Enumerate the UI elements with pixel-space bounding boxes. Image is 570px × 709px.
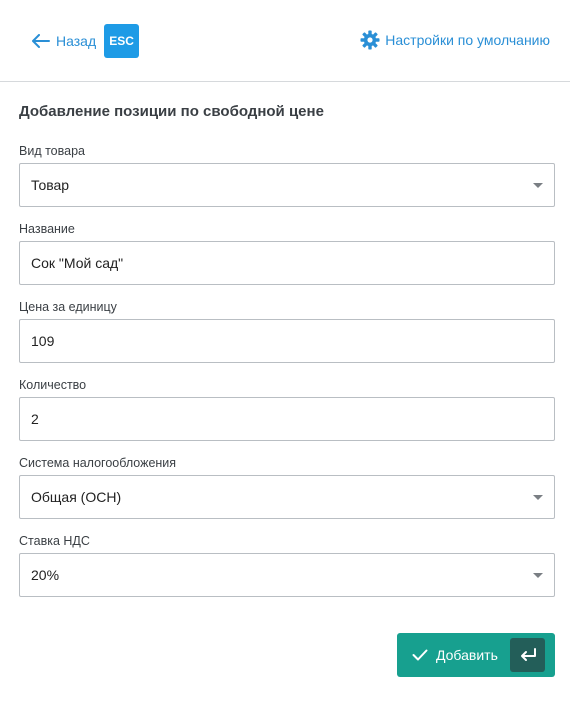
product-type-value: Товар xyxy=(31,177,70,193)
tax-system-value: Общая (ОСН) xyxy=(31,489,122,505)
name-input[interactable]: Сок "Мой сад" xyxy=(19,241,555,285)
tax-system-label: Система налогообложения xyxy=(19,456,177,470)
enter-key-icon xyxy=(510,638,545,672)
name-label: Название xyxy=(19,222,75,236)
arrow-left-icon xyxy=(32,34,50,48)
add-button-label: Добавить xyxy=(436,647,498,663)
back-label: Назад xyxy=(56,33,97,49)
gear-icon xyxy=(360,30,380,50)
vat-rate-value: 20% xyxy=(31,567,60,583)
unit-price-input[interactable]: 109 xyxy=(19,319,555,363)
checkmark-icon xyxy=(412,649,428,661)
back-button[interactable]: Назад ESC xyxy=(32,24,140,58)
add-button[interactable]: Добавить xyxy=(397,633,555,677)
vat-rate-label: Ставка НДС xyxy=(19,534,90,548)
chevron-down-icon xyxy=(533,183,543,188)
form-title: Добавление позиции по свободной цене xyxy=(19,103,324,120)
product-type-label: Вид товара xyxy=(19,144,85,158)
top-bar: Назад ESC Настройки по умолчанию xyxy=(0,0,570,82)
unit-price-label: Цена за единицу xyxy=(19,300,117,314)
chevron-down-icon xyxy=(533,495,543,500)
tax-system-select[interactable]: Общая (ОСН) xyxy=(19,475,555,519)
quantity-input[interactable]: 2 xyxy=(19,397,555,441)
vat-rate-select[interactable]: 20% xyxy=(19,553,555,597)
name-value: Сок "Мой сад" xyxy=(31,255,124,271)
quantity-value: 2 xyxy=(31,411,39,427)
unit-price-value: 109 xyxy=(31,333,55,349)
settings-label: Настройки по умолчанию xyxy=(385,32,550,48)
default-settings-button[interactable]: Настройки по умолчанию xyxy=(360,30,550,50)
chevron-down-icon xyxy=(533,573,543,578)
product-type-select[interactable]: Товар xyxy=(19,163,555,207)
esc-key-badge: ESC xyxy=(104,24,140,58)
quantity-label: Количество xyxy=(19,378,87,392)
